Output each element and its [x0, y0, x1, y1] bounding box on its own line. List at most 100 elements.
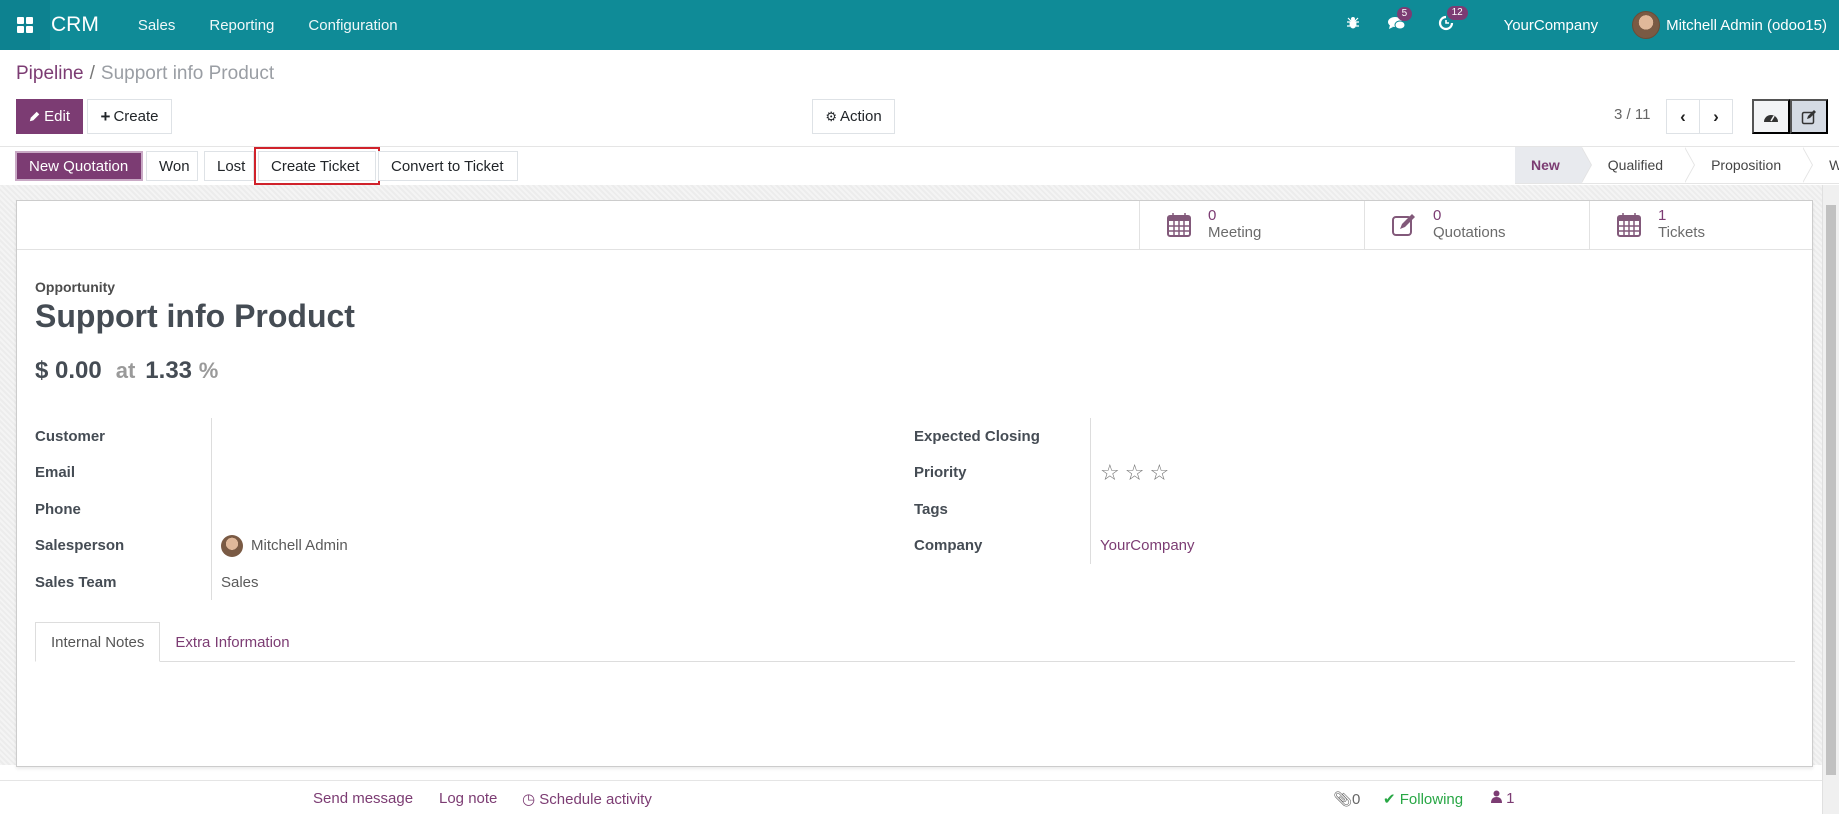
- record-title: Support info Product: [35, 298, 355, 334]
- scrollbar-thumb[interactable]: [1826, 205, 1836, 775]
- activities-button[interactable]: 12: [1438, 6, 1468, 35]
- menu-sales[interactable]: Sales: [138, 17, 176, 34]
- paperclip-icon: 📎︎: [1333, 791, 1353, 808]
- form-sheet: 0 Meeting 0 Quotations 1 Tickets Opportu…: [16, 200, 1813, 767]
- calendar-icon: [1167, 213, 1191, 237]
- user-icon: [1491, 790, 1502, 803]
- breadcrumb: Pipeline / Support info Product: [16, 63, 274, 85]
- clock-icon: ◷: [522, 791, 536, 808]
- send-message-button[interactable]: Send message: [313, 790, 413, 807]
- gear-icon: ⚙: [825, 108, 837, 124]
- field-salesperson: Salesperson Mitchell Admin: [35, 528, 895, 565]
- lost-button[interactable]: Lost: [204, 151, 254, 181]
- breadcrumb-current: Support info Product: [100, 63, 275, 84]
- top-navbar: CRM Sales Reporting Configuration 5 12 Y…: [0, 0, 1839, 50]
- smart-button-box: 0 Meeting 0 Quotations 1 Tickets: [17, 201, 1812, 250]
- company-switcher[interactable]: YourCompany: [1504, 17, 1599, 34]
- priority-widget: ☆ ☆ ☆: [1090, 461, 1174, 484]
- menu-reporting[interactable]: Reporting: [209, 17, 274, 34]
- meeting-count: 0: [1208, 207, 1217, 224]
- user-menu[interactable]: Mitchell Admin (odoo15): [1632, 11, 1827, 39]
- salesperson-value[interactable]: Mitchell Admin: [211, 534, 348, 557]
- menu-configuration[interactable]: Configuration: [308, 17, 397, 34]
- probability-value: 1.33: [145, 357, 193, 384]
- stage-new[interactable]: New: [1515, 147, 1592, 183]
- tab-internal-notes[interactable]: Internal Notes: [35, 622, 161, 662]
- star-empty-icon[interactable]: ☆: [1149, 461, 1169, 484]
- expected-closing-label: Expected Closing: [914, 427, 1040, 445]
- check-icon: ✔: [1383, 791, 1396, 808]
- tab-extra-information[interactable]: Extra Information: [160, 622, 304, 662]
- stage-qualified[interactable]: Qualified: [1581, 147, 1696, 183]
- activities-badge: 12: [1446, 6, 1468, 20]
- at-label: at: [115, 358, 136, 383]
- expected-revenue: $ 0.00 at 1.33 %: [35, 357, 218, 385]
- meeting-smart-button[interactable]: 0 Meeting: [1139, 201, 1364, 249]
- attachments-button[interactable]: 📎︎0: [1333, 790, 1360, 808]
- field-sales-team: Sales Team Sales: [35, 564, 895, 601]
- star-empty-icon[interactable]: ☆: [1125, 461, 1145, 484]
- create-button[interactable]: + Create: [87, 99, 172, 134]
- chatter-topbar: Send message Log note ◷ Schedule activit…: [0, 780, 1822, 814]
- user-avatar: [1632, 11, 1661, 39]
- won-button[interactable]: Won: [146, 151, 198, 181]
- sales-team-value[interactable]: Sales: [211, 574, 259, 591]
- quotations-count: 0: [1433, 207, 1442, 224]
- followers-button[interactable]: 1: [1491, 790, 1515, 807]
- tickets-count: 1: [1658, 207, 1667, 224]
- pencil-icon: [29, 111, 40, 122]
- star-empty-icon[interactable]: ☆: [1100, 461, 1120, 484]
- messaging-button[interactable]: 5: [1387, 6, 1413, 35]
- messages-badge: 5: [1396, 6, 1413, 21]
- company-label: Company: [914, 537, 983, 555]
- create-label: Create: [113, 108, 159, 125]
- apps-grid-icon: [17, 17, 33, 33]
- pager-next-button[interactable]: ›: [1699, 99, 1733, 134]
- sales-team-label: Sales Team: [35, 573, 117, 591]
- field-email: Email: [35, 455, 895, 492]
- company-value[interactable]: YourCompany: [1090, 537, 1195, 554]
- new-quotation-button[interactable]: New Quotation: [15, 151, 143, 181]
- create-ticket-button[interactable]: Create Ticket: [254, 147, 380, 185]
- tickets-label: Tickets: [1658, 224, 1705, 241]
- tags-label: Tags: [914, 500, 948, 518]
- following-label: Following: [1399, 791, 1464, 808]
- record-kind: Opportunity: [35, 279, 116, 295]
- pager-previous-button[interactable]: ‹: [1666, 99, 1700, 134]
- edit-icon: [1392, 214, 1415, 236]
- field-company: Company YourCompany: [914, 528, 1774, 565]
- tickets-smart-button[interactable]: 1 Tickets: [1589, 201, 1814, 249]
- field-expected-closing: Expected Closing: [914, 418, 1774, 455]
- pager-value[interactable]: 3 / 11: [1614, 106, 1650, 123]
- edit-button[interactable]: Edit: [16, 99, 83, 134]
- action-label: Action: [839, 108, 882, 125]
- calendar-icon: [1617, 213, 1641, 237]
- stage-proposition[interactable]: Proposition: [1685, 147, 1814, 183]
- breadcrumb-pipeline[interactable]: Pipeline: [16, 63, 84, 84]
- following-button[interactable]: ✔ Following: [1383, 790, 1463, 808]
- vertical-scrollbar[interactable]: [1822, 185, 1839, 814]
- left-field-group: Customer Email Phone Salesperson Mitchel…: [35, 418, 895, 601]
- log-note-button[interactable]: Log note: [439, 790, 497, 807]
- attachments-count: 0: [1352, 791, 1361, 808]
- schedule-activity-button[interactable]: ◷ Schedule activity: [522, 790, 652, 808]
- apps-menu-button[interactable]: [0, 0, 50, 50]
- app-name[interactable]: CRM: [51, 13, 99, 37]
- field-phone: Phone: [35, 491, 895, 528]
- followers-count: 1: [1506, 790, 1515, 807]
- view-dashboard-button[interactable]: [1752, 99, 1790, 134]
- view-form-button[interactable]: [1790, 99, 1828, 134]
- debug-bug-icon[interactable]: [1346, 16, 1360, 34]
- salesperson-name: Mitchell Admin: [251, 537, 348, 555]
- right-field-group: Expected Closing Priority ☆ ☆ ☆ Tags Com…: [914, 418, 1774, 564]
- phone-label: Phone: [35, 500, 81, 518]
- salesperson-label: Salesperson: [35, 537, 125, 555]
- notebook-tabs: Internal Notes Extra Information: [35, 622, 1795, 662]
- action-button[interactable]: ⚙ Action: [812, 99, 895, 134]
- revenue-value: $ 0.00: [35, 357, 102, 384]
- tachometer-icon: [1764, 114, 1778, 122]
- convert-to-ticket-button[interactable]: Convert to Ticket: [378, 151, 518, 181]
- meeting-label: Meeting: [1208, 224, 1262, 241]
- field-tags: Tags: [914, 491, 1774, 528]
- quotations-smart-button[interactable]: 0 Quotations: [1364, 201, 1589, 249]
